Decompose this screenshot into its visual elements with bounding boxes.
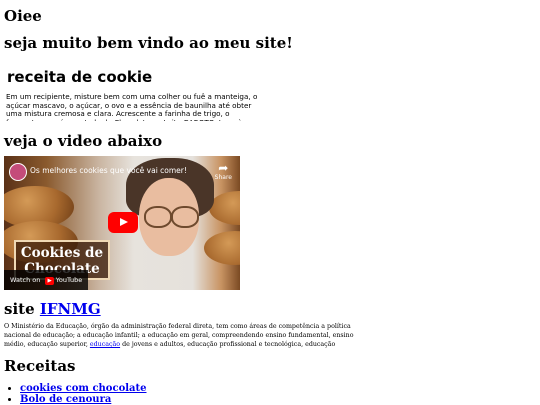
glasses-icon (144, 206, 172, 228)
ifnmg-link[interactable]: IFNMG (40, 300, 101, 318)
share-icon: ➦ (218, 161, 229, 175)
list-item: Bolo de cenoura (20, 394, 147, 405)
site-description: O Ministério da Educação, órgão da admin… (4, 322, 364, 349)
recipe-frame[interactable]: receita de cookie Em um recipiente, mist… (4, 64, 262, 121)
site-description-text-end: de jovens e adultos, educação profission… (122, 341, 336, 348)
welcome-heading: seja muito bem vindo ao meu site! (4, 34, 293, 52)
youtube-video-embed[interactable]: Os melhores cookies que você vai comer! … (4, 156, 240, 290)
education-link[interactable]: educação (90, 341, 120, 348)
list-item: cookies com chocolate (20, 383, 147, 394)
site-heading: site IFNMG (4, 300, 101, 318)
channel-avatar[interactable] (9, 163, 27, 181)
site-heading-prefix: site (4, 300, 35, 318)
video-heading: veja o video abaixo (4, 132, 163, 150)
play-button[interactable] (108, 212, 138, 233)
recipes-heading: Receitas (4, 357, 76, 375)
recipes-list: cookies com chocolate Bolo de cenoura (20, 383, 147, 405)
youtube-logo-icon: ▶ (45, 277, 54, 285)
watch-on-youtube-button[interactable]: Watch on ▶ YouTube (4, 270, 89, 290)
greeting-heading: Oiee (4, 7, 42, 25)
cookie-image (204, 231, 240, 265)
glasses-icon (171, 206, 199, 228)
recipe-text: Em um recipiente, misture bem com uma co… (6, 92, 258, 121)
recipe-link-cookies[interactable]: cookies com chocolate (20, 383, 147, 394)
video-title[interactable]: Os melhores cookies que você vai comer! (30, 166, 187, 175)
recipe-link-carrot-cake[interactable]: Bolo de cenoura (20, 394, 111, 405)
recipe-title: receita de cookie (7, 68, 153, 86)
youtube-label: YouTube (55, 276, 83, 284)
share-label: Share (214, 174, 232, 181)
share-button[interactable]: ➦ Share (215, 162, 232, 181)
watch-on-label: Watch on (10, 276, 41, 284)
